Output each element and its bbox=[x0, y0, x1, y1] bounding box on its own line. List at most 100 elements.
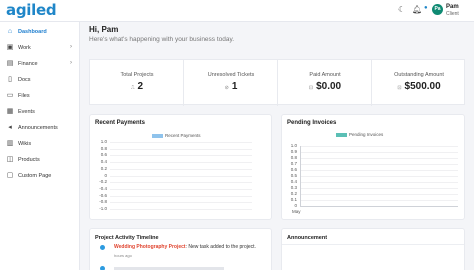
grid-line bbox=[300, 182, 458, 183]
stat-label: Outstanding Amount bbox=[394, 72, 444, 78]
stat-outstanding-amount[interactable]: Outstanding Amount ⊡ $500.00 bbox=[372, 60, 466, 106]
y-tick-label: 0.4 bbox=[290, 179, 297, 184]
y-tick-label: 0.7 bbox=[290, 161, 297, 166]
grid-line bbox=[110, 195, 252, 197]
sidebar-item-work[interactable]: ▣ Work › bbox=[0, 43, 80, 55]
grid-line bbox=[110, 202, 252, 204]
stat-number: 2 bbox=[137, 81, 144, 92]
megaphone-icon: ◂ bbox=[8, 124, 12, 131]
chart-legend[interactable]: Pending Invoices bbox=[336, 132, 383, 137]
legend-label: Recent Payments bbox=[165, 133, 201, 138]
grid-line bbox=[300, 170, 458, 171]
y-tick-label: -0.8 bbox=[99, 199, 107, 205]
stat-paid-amount[interactable]: Paid Amount ⊡ $0.00 bbox=[278, 60, 372, 106]
sidebar-item-label: Files bbox=[18, 93, 30, 99]
timeline-dot-icon bbox=[100, 245, 105, 250]
y-tick-label: -0.2 bbox=[99, 179, 107, 185]
y-tick-label: 1.0 bbox=[100, 139, 107, 144]
stat-number: 1 bbox=[231, 81, 238, 92]
y-axis bbox=[300, 146, 301, 206]
moon-icon[interactable]: ☾ bbox=[398, 5, 405, 15]
grid-line bbox=[110, 155, 252, 157]
stat-label: Paid Amount bbox=[309, 72, 341, 78]
pending-invoices-card: Pending Invoices Pending Invoices 1.0 0.9… bbox=[281, 114, 465, 220]
sidebar-item-finance[interactable]: ▤ Finance › bbox=[0, 59, 80, 71]
y-tick-label: 0.5 bbox=[290, 173, 297, 178]
legend-label: Pending Invoices bbox=[349, 132, 384, 137]
grid-line bbox=[300, 158, 458, 159]
box-icon: ◫ bbox=[6, 156, 14, 163]
stat-value: ⎍ 2 bbox=[90, 81, 184, 92]
bell-icon[interactable]: 🔔︎ bbox=[412, 5, 422, 15]
y-tick-label: 0 bbox=[104, 172, 107, 178]
sidebar-item-wikis[interactable]: ▥ Wikis bbox=[0, 139, 80, 151]
stat-prefix-icon: ⊘ bbox=[224, 85, 229, 91]
sidebar: ⌂ Dashboard ▣ Work › ▤ Finance › ▯ Docs … bbox=[0, 22, 80, 270]
grid-line bbox=[110, 188, 252, 190]
stat-label: Unresolved Tickets bbox=[207, 72, 255, 78]
stat-number: $500.00 bbox=[404, 81, 441, 92]
sidebar-item-dashboard[interactable]: ⌂ Dashboard bbox=[0, 27, 80, 39]
book-icon: ▥ bbox=[6, 140, 14, 147]
grid-line bbox=[300, 146, 458, 147]
page-icon: ▢ bbox=[6, 172, 14, 179]
grid-line bbox=[300, 194, 458, 195]
grid-line bbox=[300, 164, 458, 165]
sidebar-item-label: Announcements bbox=[18, 125, 58, 131]
stat-prefix-icon: ⎍ bbox=[130, 85, 135, 91]
stat-total-projects[interactable]: Total Projects ⎍ 2 bbox=[90, 60, 184, 106]
timeline-dot-icon bbox=[100, 266, 105, 270]
stat-prefix-icon: ⊡ bbox=[308, 85, 314, 91]
card-title: Pending Invoices bbox=[287, 120, 337, 126]
stats-panel: Total Projects ⎍ 2 Unresolved Tickets ⊘ 1 … bbox=[89, 59, 466, 106]
sidebar-item-label: Finance bbox=[18, 61, 38, 67]
sidebar-item-label: Wikis bbox=[18, 141, 32, 147]
sidebar-item-files[interactable]: ▭ Files bbox=[0, 91, 80, 103]
y-tick-label: 0.4 bbox=[100, 159, 107, 165]
grid-line bbox=[300, 188, 458, 189]
stat-prefix-icon: ⊡ bbox=[397, 85, 402, 91]
activity-timeline-card: Project Activity Timeline Wedding Photog… bbox=[89, 228, 272, 270]
sidebar-item-label: Work bbox=[18, 45, 31, 51]
sidebar-item-events[interactable]: ▦ Events bbox=[0, 107, 80, 119]
timeline-item-text: : New task added to the project. bbox=[185, 244, 256, 250]
avatar[interactable]: Pa bbox=[432, 4, 443, 15]
recent-payments-card: Recent Payments Recent Payments 1.0 0.8 0.… bbox=[89, 114, 272, 220]
y-tick-label: 0.8 bbox=[100, 145, 107, 151]
y-tick-label: 0.6 bbox=[100, 152, 107, 158]
timeline-time: hours ago bbox=[114, 253, 132, 258]
stat-value: ⊡ $500.00 bbox=[372, 81, 466, 92]
brand-logo[interactable]: agiled bbox=[6, 1, 57, 19]
y-tick-label: 0.1 bbox=[290, 197, 297, 202]
timeline-item[interactable]: Wedding Photography Project: New task ad… bbox=[114, 244, 256, 250]
calendar-icon: ▦ bbox=[6, 108, 14, 115]
chart-legend[interactable]: Recent Payments bbox=[152, 133, 201, 138]
sidebar-item-label: Events bbox=[18, 109, 35, 115]
card-title: Announcement bbox=[287, 235, 328, 241]
y-tick-label: 0.3 bbox=[290, 185, 297, 190]
card-title: Project Activity Timeline bbox=[95, 235, 159, 241]
sidebar-item-docs[interactable]: ▯ Docs bbox=[0, 75, 80, 87]
sidebar-item-label: Products bbox=[18, 157, 40, 163]
y-tick-label: 0.9 bbox=[290, 149, 297, 154]
stat-label: Total Projects bbox=[120, 72, 154, 78]
stat-unresolved-tickets[interactable]: Unresolved Tickets ⊘ 1 bbox=[184, 60, 278, 106]
timeline-project-link[interactable]: Wedding Photography Project bbox=[114, 244, 186, 250]
y-tick-label: -0.4 bbox=[99, 185, 107, 191]
y-tick-label: 0.2 bbox=[290, 191, 297, 196]
sidebar-item-custom-page[interactable]: ▢ Custom Page bbox=[0, 171, 80, 183]
grid-line bbox=[300, 176, 458, 177]
legend-swatch bbox=[336, 132, 347, 137]
sidebar-item-announcements[interactable]: ◂ Announcements bbox=[0, 123, 80, 135]
money-icon: ▤ bbox=[6, 60, 14, 67]
y-tick-label: 0.8 bbox=[290, 155, 297, 160]
document-icon: ▯ bbox=[8, 76, 12, 83]
y-tick-label: 0.2 bbox=[100, 165, 107, 171]
user-name[interactable]: Pam bbox=[446, 4, 459, 10]
grid-line bbox=[300, 200, 458, 201]
chevron-right-icon: › bbox=[70, 44, 72, 50]
user-role: Client bbox=[446, 11, 459, 17]
sidebar-item-products[interactable]: ◫ Products bbox=[0, 155, 80, 167]
grid-line bbox=[110, 182, 252, 184]
top-bar: agiled ☾ 🔔︎ ● Pa Pam Client bbox=[0, 0, 474, 22]
